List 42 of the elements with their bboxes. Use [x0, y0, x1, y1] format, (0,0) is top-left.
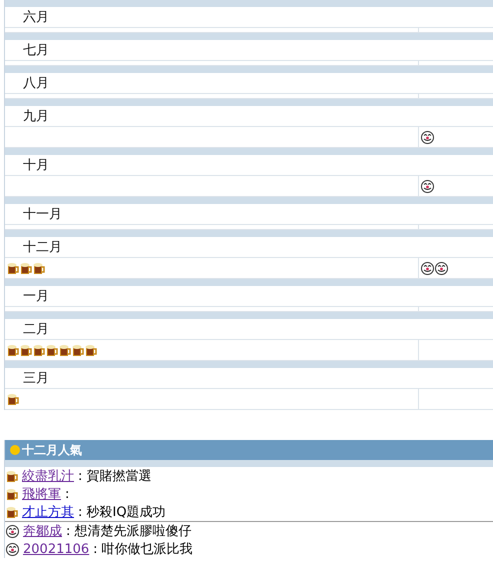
- beer-mug-icon: [33, 344, 45, 356]
- month-label: 八月: [23, 75, 49, 92]
- beer-mug-icon: [6, 470, 18, 482]
- user-comment: : 想清楚先派膠啦傻仔: [66, 523, 192, 540]
- clown-face-icon: [421, 262, 434, 274]
- beer-mug-icon: [20, 344, 32, 356]
- month-label: 十一月: [23, 206, 62, 223]
- month-label: 三月: [23, 370, 49, 387]
- clown-face-icon: [435, 262, 448, 274]
- month-label: 十二月: [23, 239, 62, 256]
- user-link[interactable]: 奔鄒成: [23, 522, 62, 540]
- user-link[interactable]: 絞盡乳汁: [22, 467, 74, 485]
- user-link[interactable]: 飛將軍: [22, 485, 61, 503]
- clown-face-icon: [6, 542, 19, 556]
- clown-face-icon: [421, 130, 434, 144]
- beer-mug-icon: [85, 344, 97, 356]
- clown-face-icon: [6, 524, 19, 538]
- beer-mug-icon: [7, 344, 19, 356]
- section-title: 十二月人氣: [22, 442, 82, 458]
- beer-mug-icon: [72, 344, 84, 356]
- beer-mug-icon: [6, 488, 18, 500]
- month-label: 九月: [23, 108, 49, 125]
- clown-face-icon: [421, 180, 434, 192]
- user-link[interactable]: 20021106: [23, 542, 90, 556]
- beer-mug-icon: [7, 392, 19, 406]
- month-label: 十月: [23, 157, 49, 174]
- dot-icon: [10, 445, 20, 455]
- user-comment: : 賀賭撚當選: [78, 468, 152, 485]
- beer-mug-icon: [33, 262, 45, 274]
- month-label: 六月: [23, 9, 49, 26]
- beer-mug-icon: [6, 506, 18, 518]
- month-label: 七月: [23, 42, 49, 59]
- month-label: 二月: [23, 321, 49, 338]
- beer-mug-icon: [20, 262, 32, 274]
- user-comment: : 秒殺IQ題成功: [78, 504, 166, 521]
- user-link[interactable]: 才止方其: [22, 503, 74, 521]
- month-label: 一月: [23, 288, 49, 305]
- user-comment: :: [65, 486, 70, 502]
- beer-mug-icon: [7, 262, 19, 274]
- user-comment: : 咁你做乜派比我: [93, 541, 193, 558]
- beer-mug-icon: [46, 344, 58, 356]
- beer-mug-icon: [59, 344, 71, 356]
